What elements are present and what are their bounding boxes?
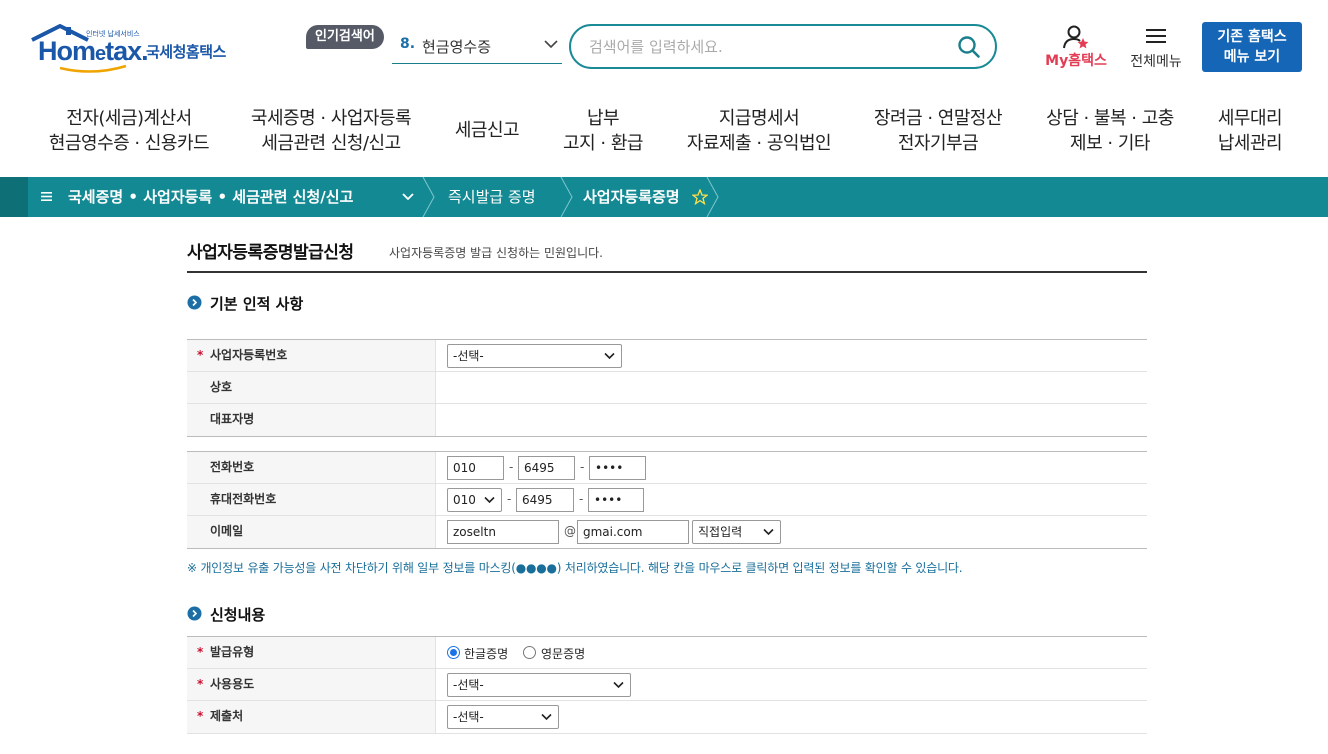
- gnb-item-tax-report[interactable]: 세금신고: [448, 118, 526, 143]
- request-table: * 발급유형 한글증명 영문증명 * 사용용도 -선택- * 제출처 -선택-: [187, 636, 1147, 734]
- my-hometax-label: My홈택스: [1045, 53, 1107, 69]
- issue-type-label: * 발급유형: [187, 637, 436, 668]
- row-issue-type: * 발급유형 한글증명 영문증명: [187, 637, 1147, 669]
- radio-english-certificate[interactable]: [523, 646, 536, 659]
- breadcrumb-separator-icon: [422, 177, 435, 217]
- search-input[interactable]: [589, 35, 939, 59]
- popular-keyword: 현금영수증: [422, 38, 492, 56]
- legacy-menu-line1: 기존 홈택스: [1217, 29, 1287, 45]
- logo-korean-name: 국세청홈택스: [146, 43, 226, 61]
- phone-prefix-input[interactable]: 010: [447, 456, 504, 480]
- representative-label: 대표자명: [187, 404, 436, 436]
- site-header: 인터넷 납세서비스 Hometax. 국세청홈택스 인기검색어 8. 현금영수증…: [0, 0, 1328, 92]
- masking-notice: ※ 개인정보 유출 가능성을 사전 차단하기 위해 일부 정보를 마스킹(●●●…: [187, 561, 963, 575]
- breadcrumb-level2[interactable]: 즉시발급 증명: [448, 177, 536, 217]
- email-domain-select[interactable]: 직접입력: [692, 520, 781, 544]
- search-icon[interactable]: [957, 35, 981, 59]
- gnb-item-consult[interactable]: 상담 · 불복 · 고충 제보 · 기타: [1040, 106, 1180, 156]
- phone-middle-input[interactable]: 6495: [518, 456, 575, 480]
- chevron-down-icon: [604, 352, 615, 360]
- section-bullet-icon: [187, 295, 202, 310]
- email-label: 이메일: [187, 516, 436, 548]
- logo-swoosh-icon: [59, 64, 127, 73]
- usage-label: * 사용용도: [187, 669, 436, 700]
- gnb-item-incentive[interactable]: 장려금 · 연말정산 전자기부금: [868, 106, 1008, 156]
- submit-to-select[interactable]: -선택-: [447, 705, 559, 729]
- popular-rank: 8.: [400, 36, 416, 52]
- chevron-down-icon: [613, 681, 624, 689]
- search-box: [569, 24, 997, 69]
- page-title: 사업자등록증명발급신청: [187, 243, 354, 263]
- representative-value: [437, 404, 1147, 436]
- breadcrumb-separator-icon: [560, 177, 573, 217]
- hamburger-icon: [1146, 29, 1166, 43]
- email-at-sign: @: [564, 524, 576, 538]
- gnb-item-payment[interactable]: 납부 고지 · 환급: [556, 106, 650, 156]
- row-mobile: 휴대전화번호 010 - 6495 - ••••: [187, 484, 1147, 516]
- email-domain-input[interactable]: gmai.com: [577, 520, 689, 544]
- row-usage: * 사용용도 -선택-: [187, 669, 1147, 701]
- title-divider: [187, 271, 1147, 273]
- chevron-down-icon: [541, 713, 552, 721]
- section-basic-info-title: 기본 인적 사항: [187, 293, 303, 314]
- popular-search-badge: 인기검색어: [306, 25, 384, 49]
- my-hometax-link[interactable]: My홈택스: [1040, 24, 1112, 74]
- basic-info-table: * 사업자등록번호 -선택- 상호 대표자명: [187, 339, 1147, 437]
- mobile-label: 휴대전화번호: [187, 484, 436, 515]
- hometax-logo[interactable]: 인터넷 납세서비스 Hometax. 국세청홈택스: [28, 22, 248, 74]
- mobile-middle-input[interactable]: 6495: [516, 488, 574, 512]
- breadcrumb-separator-icon: [706, 177, 719, 217]
- user-star-icon: [1063, 25, 1089, 49]
- mobile-last-input[interactable]: ••••: [588, 488, 644, 512]
- legacy-menu-button[interactable]: 기존 홈택스 메뉴 보기: [1202, 22, 1302, 72]
- row-business-number: * 사업자등록번호 -선택-: [187, 340, 1147, 372]
- chevron-down-icon[interactable]: [402, 192, 414, 202]
- contact-info-table: 전화번호 010 - 6495 - •••• 휴대전화번호 010 - 6495…: [187, 451, 1147, 549]
- breadcrumb-level1[interactable]: 국세증명 • 사업자등록 • 세금관련 신청/신고: [68, 177, 353, 217]
- chevron-down-icon: [544, 40, 558, 49]
- popular-search-dropdown[interactable]: 8. 현금영수증: [392, 28, 562, 64]
- logo-brand: Hometax.: [38, 36, 149, 66]
- english-certificate-label: 영문증명: [541, 647, 586, 661]
- breadcrumb: 국세증명 • 사업자등록 • 세금관련 신청/신고 즉시발급 증명 사업자등록증…: [0, 177, 1328, 217]
- gnb-item-e-invoice[interactable]: 전자(세금)계산서 현금영수증 · 신용카드: [48, 106, 210, 156]
- chevron-down-icon: [484, 496, 495, 504]
- page-description: 사업자등록증명 발급 신청하는 민원입니다.: [389, 246, 603, 260]
- menu-list-icon: [41, 192, 52, 201]
- row-company-name: 상호: [187, 372, 1147, 404]
- section-request-title: 신청내용: [187, 604, 265, 625]
- main-navigation: 전자(세금)계산서 현금영수증 · 신용카드 국세증명 · 사업자등록 세금관련 신…: [0, 96, 1328, 168]
- korean-certificate-label: 한글증명: [464, 647, 509, 661]
- company-name-value: [437, 372, 1147, 403]
- phone-last-input[interactable]: ••••: [589, 456, 646, 480]
- phone-label: 전화번호: [187, 452, 436, 483]
- mobile-prefix-select[interactable]: 010: [447, 488, 502, 512]
- breadcrumb-level3[interactable]: 사업자등록증명: [583, 177, 680, 217]
- all-menu-label: 전체메뉴: [1130, 54, 1182, 70]
- email-id-input[interactable]: zoseltn: [447, 520, 559, 544]
- row-submit-to: * 제출처 -선택-: [187, 701, 1147, 733]
- submit-to-label: * 제출처: [187, 701, 436, 733]
- section-bullet-icon: [187, 606, 202, 621]
- business-number-label: * 사업자등록번호: [187, 340, 436, 371]
- row-phone: 전화번호 010 - 6495 - ••••: [187, 452, 1147, 484]
- row-representative: 대표자명: [187, 404, 1147, 436]
- all-menu-button[interactable]: 전체메뉴: [1124, 26, 1188, 74]
- radio-korean-certificate[interactable]: [447, 646, 460, 659]
- usage-select[interactable]: -선택-: [447, 673, 631, 697]
- row-email: 이메일 zoseltn @ gmai.com 직접입력: [187, 516, 1147, 548]
- gnb-item-certificate[interactable]: 국세증명 · 사업자등록 세금관련 신청/신고: [248, 106, 414, 156]
- gnb-item-payment-statement[interactable]: 지급명세서 자료제출 · 공익법인: [684, 106, 834, 156]
- gnb-item-tax-agent[interactable]: 세무대리 납세관리: [1212, 106, 1288, 156]
- legacy-menu-line2: 메뉴 보기: [1223, 49, 1281, 65]
- business-number-select[interactable]: -선택-: [447, 344, 622, 368]
- breadcrumb-left-strip: [0, 177, 28, 217]
- chevron-down-icon: [763, 528, 774, 536]
- company-name-label: 상호: [187, 372, 436, 403]
